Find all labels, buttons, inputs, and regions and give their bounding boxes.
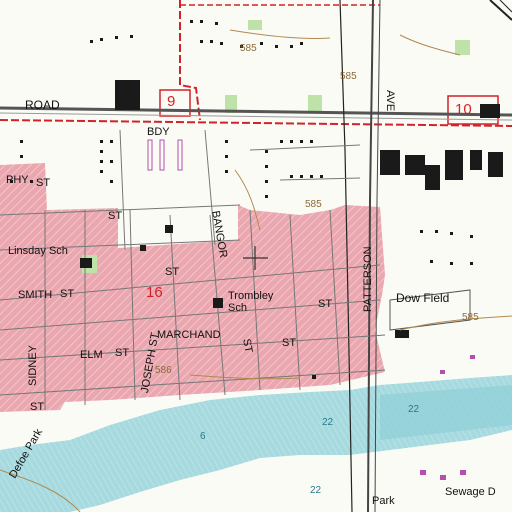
label-st-phy: ST bbox=[36, 177, 51, 189]
section-line-horizontal bbox=[0, 119, 512, 127]
label-st-west: ST bbox=[108, 210, 123, 222]
label-trombley: Trombley bbox=[228, 290, 274, 302]
label-smith: SMITH bbox=[18, 289, 53, 301]
contour-label-585-east: 585 bbox=[462, 312, 479, 323]
topo-map[interactable]: ROAD BDY 9 10 16 PHY ST ST Linsday Sch S… bbox=[0, 0, 512, 512]
water-label-22c: 22 bbox=[310, 485, 322, 496]
label-park: Park bbox=[372, 495, 395, 507]
label-st-sw: ST bbox=[30, 401, 45, 413]
water-label-22a: 22 bbox=[408, 404, 420, 415]
label-linsday-sch: Linsday Sch bbox=[8, 245, 68, 257]
label-bdy: BDY bbox=[147, 126, 170, 138]
label-st-bangor: ST bbox=[240, 337, 255, 354]
water-label-22b: 22 bbox=[322, 417, 334, 428]
section-number-16: 16 bbox=[146, 284, 163, 301]
section-number-9: 9 bbox=[167, 93, 176, 110]
section-number-10: 10 bbox=[455, 101, 472, 118]
urban-area bbox=[0, 163, 385, 412]
label-elm: ELM bbox=[80, 349, 103, 361]
label-st-elm: ST bbox=[115, 347, 130, 359]
contour-label-586: 586 bbox=[155, 365, 172, 376]
contour-label-585-top: 585 bbox=[340, 71, 357, 82]
label-sch: Sch bbox=[228, 302, 247, 314]
contour-label-585-top2: 585 bbox=[240, 43, 257, 54]
label-patterson: PATTERSON bbox=[362, 246, 374, 312]
label-dow-field: Dow Field bbox=[396, 291, 450, 305]
label-marchand: MARCHAND bbox=[157, 329, 221, 341]
label-st-mid: ST bbox=[165, 266, 180, 278]
label-road: ROAD bbox=[25, 98, 60, 112]
contour-label-585-mid: 585 bbox=[305, 199, 322, 210]
label-st-marchand: ST bbox=[282, 337, 297, 349]
water-label-6: 6 bbox=[200, 431, 206, 442]
label-sewage: Sewage D bbox=[445, 486, 496, 498]
label-st-smith: ST bbox=[60, 288, 75, 300]
label-st-east: ST bbox=[318, 298, 333, 310]
label-phy: PHY bbox=[6, 174, 29, 186]
map-graphics bbox=[0, 0, 512, 512]
label-sidney: SIDNEY bbox=[27, 345, 39, 386]
label-ave: AVE bbox=[384, 90, 396, 112]
